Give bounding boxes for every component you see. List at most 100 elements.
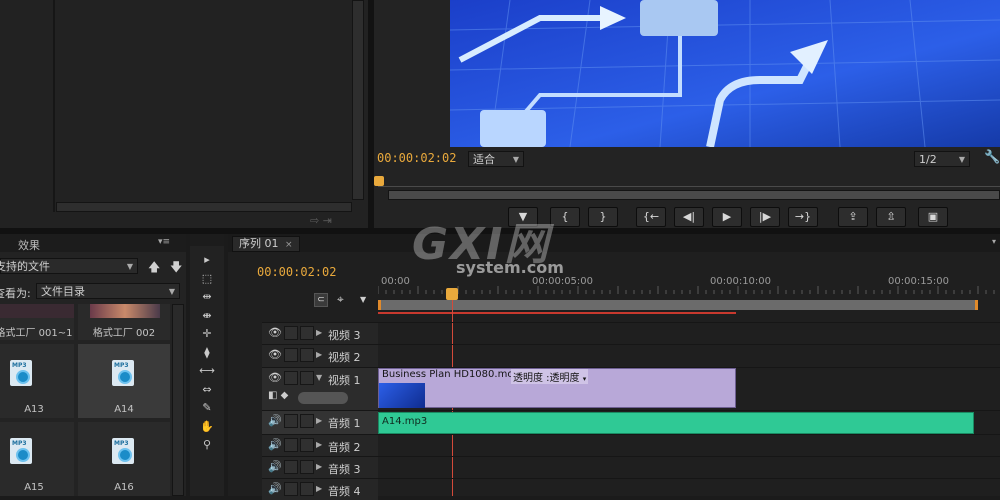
source-footer-icons[interactable]: ⇨ ⇥ (310, 214, 332, 227)
extract-button[interactable]: ⇫ (876, 207, 906, 227)
expand-arrow-icon[interactable]: ▶ (316, 416, 322, 425)
eye-icon[interactable]: 👁 (268, 348, 282, 361)
rolling-edit-tool-icon[interactable]: ⇼ (196, 308, 218, 324)
work-area-bar[interactable] (378, 300, 978, 310)
speaker-icon[interactable]: 🔊 (268, 460, 282, 473)
project-scrollbar-v[interactable] (172, 304, 184, 496)
thumb-item-a15[interactable]: MP3 A15 (0, 422, 74, 496)
arrow-up-icon[interactable]: 🡅 (148, 258, 160, 279)
tools-header (190, 234, 224, 246)
eye-icon[interactable]: 👁 (268, 326, 282, 339)
track-header[interactable]: 🔊 ▶ 音频 2 (262, 435, 378, 456)
source-scrollbar-v[interactable] (352, 0, 364, 200)
marker-icon[interactable]: ⌖ (337, 292, 344, 307)
expand-arrow-icon[interactable]: ▶ (316, 462, 322, 471)
mark-in-bracket-button[interactable]: { (550, 207, 580, 227)
lock-icon[interactable] (300, 414, 314, 428)
expand-arrow-icon[interactable]: ▶ (316, 484, 322, 493)
mini-playhead[interactable] (374, 176, 384, 186)
mini-scrollbar[interactable] (388, 190, 1000, 200)
step-back-button[interactable]: ◀| (674, 207, 704, 227)
track-header[interactable]: 🔊 ▶ 音频 4 (262, 479, 378, 500)
speaker-icon[interactable]: 🔊 (268, 482, 282, 495)
track-target-icon[interactable] (284, 326, 298, 340)
razor-tool-icon[interactable]: ⧫ (196, 345, 218, 361)
wrench-icon[interactable]: 🔧 (984, 150, 1000, 165)
view-dropdown[interactable]: 文件目录 ▼ (36, 283, 180, 299)
keyframe-icon[interactable]: ◧ ◆ (268, 390, 288, 401)
track-select-tool-icon[interactable]: ⬚ (196, 271, 218, 287)
lock-icon[interactable] (300, 348, 314, 362)
track-target-icon[interactable] (284, 414, 298, 428)
pen-tool-icon[interactable]: ✎ (196, 400, 218, 416)
go-to-in-button[interactable]: {← (636, 207, 666, 227)
panel-menu-icon[interactable]: ▾ (992, 237, 996, 246)
panel-menu-icon[interactable]: ▾≡ (158, 237, 170, 247)
view-dropdown-label: 文件目录 (41, 285, 85, 298)
thumb-item-video-2[interactable]: 格式工厂 002 (78, 304, 170, 340)
eye-icon[interactable]: 👁 (268, 371, 282, 384)
track-header[interactable]: 👁 ▶ 视频 3 (262, 323, 378, 344)
track-target-icon[interactable] (284, 371, 298, 385)
track-target-icon[interactable] (284, 460, 298, 474)
thumb-item-video-1[interactable]: 格式工厂 001~1 (0, 304, 74, 340)
track-target-icon[interactable] (284, 348, 298, 362)
track-target-icon[interactable] (284, 438, 298, 452)
track-header[interactable]: 👁 ▼ 视频 1 ◧ ◆ (262, 368, 378, 410)
selection-tool-icon[interactable]: ▸ (196, 252, 218, 268)
quality-dropdown[interactable]: 1/2 ▼ (914, 151, 970, 167)
track-header[interactable]: 🔊 ▶ 音频 3 (262, 457, 378, 478)
expand-arrow-icon[interactable]: ▶ (316, 328, 322, 337)
filter-dropdown[interactable]: 支持的文件 ▼ (0, 258, 138, 274)
ripple-edit-tool-icon[interactable]: ⇹ (196, 289, 218, 305)
rate-stretch-tool-icon[interactable]: ✛ (196, 326, 218, 342)
expand-arrow-icon[interactable]: ▶ (316, 350, 322, 359)
play-button[interactable]: ▶ (712, 207, 742, 227)
lock-icon[interactable] (300, 460, 314, 474)
fit-dropdown[interactable]: 适合 ▼ (468, 151, 524, 167)
keyframe-nav[interactable] (298, 392, 348, 404)
sequence-timecode[interactable]: 00:00:02:02 (257, 265, 336, 279)
track-header[interactable]: 👁 ▶ 视频 2 (262, 345, 378, 367)
zoom-tool-icon[interactable]: ⚲ (196, 437, 218, 453)
audio-clip[interactable]: A14.mp3 (378, 412, 974, 434)
set-marker-icon[interactable]: ▼ (360, 295, 366, 304)
arrow-down-icon[interactable]: 🡇 (170, 258, 182, 279)
lock-icon[interactable] (300, 438, 314, 452)
tab-effects[interactable]: 效果 (18, 237, 40, 253)
collapse-arrow-icon[interactable]: ▼ (316, 373, 322, 382)
lift-button[interactable]: ⇪ (838, 207, 868, 227)
lock-icon[interactable] (300, 482, 314, 496)
source-scrollbar-h[interactable] (56, 202, 352, 212)
quality-dropdown-label: 1/2 (919, 153, 937, 166)
effect-dropdown[interactable]: 透明度 :透明度 ▾ (511, 369, 589, 384)
playhead-marker-icon[interactable] (446, 288, 458, 300)
hand-tool-icon[interactable]: ✋ (196, 419, 218, 435)
step-forward-button[interactable]: |▶ (750, 207, 780, 227)
video-thumbnail (0, 304, 74, 318)
track-target-icon[interactable] (284, 482, 298, 496)
export-frame-button[interactable]: ▣ (918, 207, 948, 227)
panel-divider (53, 0, 55, 212)
lock-icon[interactable] (300, 326, 314, 340)
thumb-item-a16[interactable]: MP3 A16 (78, 422, 170, 496)
speaker-icon[interactable]: 🔊 (268, 414, 282, 427)
tools-panel: ▸ ⬚ ⇹ ⇼ ✛ ⧫ ⟷ ⇔ ✎ ✋ ⚲ (190, 234, 224, 496)
watermark-site: system.com (456, 258, 564, 277)
lock-icon[interactable] (300, 371, 314, 385)
tab-sequence[interactable]: 序列 01 × (232, 236, 300, 252)
chevron-down-icon: ▾ (582, 375, 587, 383)
thumb-item-a13[interactable]: MP3 A13 (0, 344, 74, 418)
speaker-icon[interactable]: 🔊 (268, 438, 282, 451)
program-timecode[interactable]: 00:00:02:02 (377, 151, 456, 165)
close-icon[interactable]: × (285, 240, 293, 250)
snap-icon[interactable]: ⊂ (314, 293, 328, 307)
slip-tool-icon[interactable]: ⟷ (196, 363, 218, 379)
expand-arrow-icon[interactable]: ▶ (316, 440, 322, 449)
video-clip[interactable]: Business Plan HD1080.mov 透明度 :透明度 ▾ (378, 368, 736, 408)
go-to-out-button[interactable]: →} (788, 207, 818, 227)
slide-tool-icon[interactable]: ⇔ (196, 382, 218, 398)
mark-out-bracket-button[interactable]: } (588, 207, 618, 227)
thumb-item-a14[interactable]: MP3 A14 (78, 344, 170, 418)
track-header[interactable]: 🔊 ▶ 音频 1 (262, 411, 378, 434)
